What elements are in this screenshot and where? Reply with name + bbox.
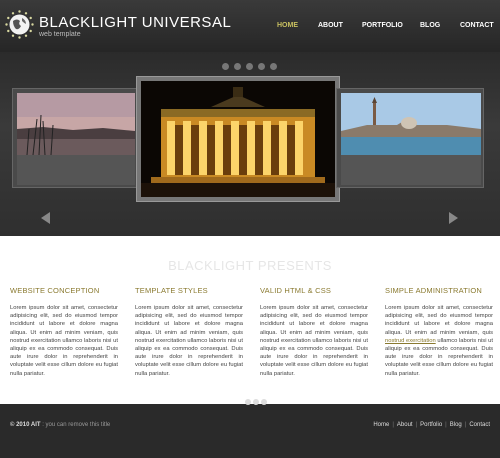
feature-text: Lorem ipsum dolor sit amet, consectetur …: [10, 305, 118, 377]
footer-link-about[interactable]: About: [397, 422, 413, 428]
slider-prev-arrow-icon[interactable]: [41, 212, 50, 224]
section-heading: BLACKLIGHT PRESENTS: [168, 258, 332, 273]
slider-dot[interactable]: [246, 63, 253, 70]
nav-contact[interactable]: CONTACT: [460, 22, 494, 29]
feature-title: TEMPLATE STYLES: [135, 286, 208, 295]
slider-next-arrow-icon[interactable]: [449, 212, 458, 224]
separator: |: [445, 422, 447, 428]
footer-dot: [261, 399, 267, 405]
nav-about[interactable]: ABOUT: [318, 22, 343, 29]
nav-home[interactable]: HOME: [277, 22, 298, 29]
feature-title: SIMPLE ADMINISTRATION: [385, 286, 482, 295]
feature-text: Lorem ipsum dolor sit amet, consectetur …: [260, 305, 368, 377]
copyright-owner: © 2010 AIT: [10, 422, 41, 428]
separator: |: [392, 422, 394, 428]
footer-dot: [245, 399, 251, 405]
feature-column: TEMPLATE STYLES Lorem ipsum dolor sit am…: [135, 286, 243, 378]
slider-dot[interactable]: [258, 63, 265, 70]
feature-column: WEBSITE CONCEPTION Lorem ipsum dolor sit…: [10, 286, 118, 378]
footer-nav: Home | About | Portfolio | Blog | Contact: [373, 422, 490, 428]
separator: |: [464, 422, 467, 428]
feature-column: VALID HTML & CSS Lorem ipsum dolor sit a…: [260, 286, 368, 378]
copyright-note: : you can remove this title: [40, 422, 111, 428]
footer-link-home[interactable]: Home: [373, 422, 389, 428]
feature-text: Lorem ipsum dolor sit amet, consectetur …: [385, 304, 493, 378]
feature-title: VALID HTML & CSS: [260, 286, 332, 295]
slider-dot[interactable]: [234, 63, 241, 70]
feature-text: Lorem ipsum dolor sit amet, consectetur …: [135, 305, 243, 377]
nav-blog[interactable]: BLOG: [420, 22, 440, 29]
slide-right-venice[interactable]: [336, 88, 484, 188]
site-header: BLACKLIGHT UNIVERSAL web template HOME A…: [0, 0, 500, 52]
features-section: BLACKLIGHT PRESENTS WEBSITE CONCEPTION L…: [0, 236, 500, 404]
site-title[interactable]: BLACKLIGHT UNIVERSAL: [39, 14, 231, 31]
slider-dot[interactable]: [222, 63, 229, 70]
slider-dot[interactable]: [270, 63, 277, 70]
feature-column: SIMPLE ADMINISTRATION Lorem ipsum dolor …: [385, 286, 493, 378]
footer-link-contact[interactable]: Contact: [469, 422, 490, 428]
feature-title: WEBSITE CONCEPTION: [10, 286, 100, 295]
footer-link-portfolio[interactable]: Portfolio: [420, 422, 442, 428]
feature-inline-link[interactable]: nostrud exercitation: [385, 338, 436, 344]
copyright: © 2010 AIT : you can remove this title: [10, 422, 110, 428]
separator: |: [415, 422, 418, 428]
globe-logo-icon: [5, 10, 34, 39]
slide-center-night-building[interactable]: [136, 76, 340, 202]
footer-dot: [253, 399, 259, 405]
footer-link-blog[interactable]: Blog: [450, 422, 462, 428]
feature-text-part: Lorem ipsum dolor sit amet, consectetur …: [385, 305, 493, 336]
slide-left-sunset-lake[interactable]: [12, 88, 138, 188]
site-footer: © 2010 AIT : you can remove this title H…: [0, 399, 500, 458]
site-subtitle: web template: [39, 31, 81, 38]
image-slider: [0, 52, 500, 236]
nav-portfolio[interactable]: PORTFOLIO: [362, 22, 403, 29]
